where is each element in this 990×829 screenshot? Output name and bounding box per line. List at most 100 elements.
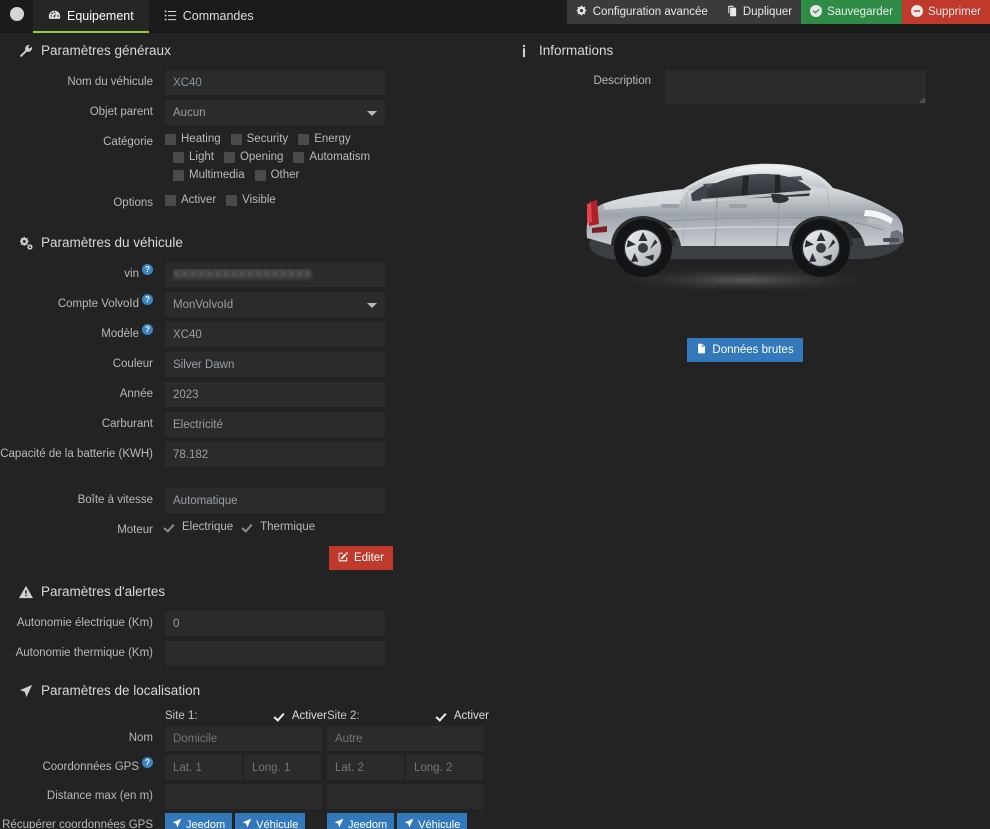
carburant-input[interactable] [165, 412, 385, 437]
chevron-down-icon [367, 302, 377, 308]
categorie-checkbox-group: Heating Security Energy Light Opening Au… [165, 130, 390, 187]
localisation-row-recuperer: Récupérer coordonnées GPS Jeedom Véhicul… [0, 813, 500, 829]
checkbox-label: Visible [242, 194, 276, 206]
help-icon[interactable]: ? [142, 294, 153, 305]
section-general-title: Paramètres généraux [18, 43, 500, 58]
localisation-row-nom: Nom [0, 726, 500, 751]
help-icon[interactable]: ? [142, 324, 153, 335]
checkbox-other[interactable]: Other [254, 169, 299, 181]
site1-jeedom-button[interactable]: Jeedom [165, 813, 233, 829]
checkbox-opening[interactable]: Opening [223, 151, 284, 163]
site1-distance-input[interactable] [165, 784, 322, 809]
editer-button[interactable]: Editer [328, 546, 393, 570]
tab-equipement[interactable]: Equipement [33, 0, 149, 33]
dupliquer-button[interactable]: Dupliquer [716, 0, 802, 24]
donnees-brutes-button[interactable]: Données brutes [687, 338, 803, 362]
checkbox-label: Opening [239, 151, 284, 163]
tab-commandes[interactable]: Commandes [148, 0, 269, 33]
field-label: Récupérer coordonnées GPS [2, 819, 153, 829]
sauvegarder-button[interactable]: Sauvegarder [801, 0, 902, 24]
checkbox-label: Energy [314, 133, 351, 145]
vehicle-image-wrap [500, 146, 990, 306]
checkbox-box [173, 151, 184, 163]
vin-input[interactable] [165, 262, 385, 287]
field-autonomie-thermique: Autonomie thermique (Km) [0, 641, 500, 667]
button-label: Jeedom [186, 818, 226, 829]
site2-lat-input[interactable] [327, 755, 404, 780]
capacite-batterie-input[interactable] [165, 442, 385, 467]
page-body: Paramètres généraux Nom du véhicule Obje… [0, 33, 990, 829]
autonomie-thermique-input[interactable] [165, 641, 385, 666]
checkbox-box [230, 133, 242, 145]
autonomie-electrique-input[interactable] [165, 611, 385, 636]
checkbox-energy[interactable]: Energy [298, 133, 351, 145]
description-textarea[interactable] [665, 70, 926, 104]
compte-volvoid-select[interactable]: MonVolvoId [165, 292, 385, 317]
file-icon [696, 343, 707, 357]
nom-vehicule-input[interactable] [165, 70, 385, 95]
site2-jeedom-button[interactable]: Jeedom [327, 813, 395, 829]
field-label: Compte VolvoId ? [0, 292, 165, 311]
checkbox-box [243, 522, 255, 533]
site1-vehicule-button[interactable]: Véhicule [235, 813, 306, 829]
site1-lat-input[interactable] [165, 755, 242, 780]
site2-vehicule-button[interactable]: Véhicule [397, 813, 468, 829]
location-arrow-icon [18, 684, 33, 698]
site1-long-input[interactable] [244, 755, 321, 780]
objet-parent-select[interactable]: Aucun [165, 100, 385, 125]
site1-nom-input[interactable] [165, 726, 322, 751]
checkbox-box [437, 711, 449, 722]
checkbox-electrique[interactable]: Electrique [165, 521, 233, 533]
help-icon[interactable]: ? [142, 264, 153, 275]
tab-label: Commandes [182, 8, 254, 23]
site2-activer-checkbox[interactable]: Activer [437, 710, 489, 722]
site2-long-input[interactable] [406, 755, 483, 780]
boite-vitesse-input[interactable] [165, 488, 385, 513]
checkbox-thermique[interactable]: Thermique [243, 521, 315, 533]
help-icon[interactable]: ? [142, 757, 153, 768]
checkbox-box [165, 522, 177, 533]
localisation-row-distance: Distance max (en m) [0, 784, 500, 809]
field-compte-volvoid: Compte VolvoId ? MonVolvoId [0, 292, 500, 318]
checkbox-box [275, 711, 287, 722]
checkbox-visible[interactable]: Visible [226, 194, 276, 206]
back-button[interactable] [0, 0, 33, 33]
field-label: vin ? [0, 262, 165, 281]
localisation-row-gps: Coordonnées GPS ? [0, 755, 500, 780]
button-label: Dupliquer [742, 6, 793, 18]
section-title-text: Paramètres du véhicule [41, 235, 183, 250]
checkbox-multimedia[interactable]: Multimedia [173, 169, 245, 181]
modele-input[interactable] [165, 322, 385, 347]
field-capacite-batterie: Capacité de la batterie (KWH) [0, 442, 500, 468]
field-label: Couleur [112, 358, 153, 370]
site2-label: Site 2: [327, 710, 360, 722]
checkbox-security[interactable]: Security [230, 133, 289, 145]
field-label: Nom [128, 732, 153, 744]
supprimer-button[interactable]: Supprimer [901, 0, 990, 24]
configuration-avancee-button[interactable]: Configuration avancée [566, 0, 717, 24]
select-value: MonVolvoId [173, 298, 234, 311]
info-icon [516, 44, 531, 58]
field-label: Autonomie électrique (Km) [16, 617, 153, 629]
annee-input[interactable] [165, 382, 385, 407]
section-title-text: Paramètres d'alertes [41, 584, 166, 599]
site1-activer-checkbox[interactable]: Activer [275, 710, 327, 722]
arrow-left-circle-icon [9, 7, 24, 26]
checkbox-automatism[interactable]: Automatism [293, 151, 370, 163]
field-label: Nom du véhicule [67, 76, 153, 88]
checkbox-activer[interactable]: Activer [165, 194, 216, 206]
localisation-grid: Site 1: Activer Site 2: Activer Nom Domi… [0, 710, 500, 829]
vehicle-image [586, 163, 904, 294]
site2-nom-input[interactable] [327, 726, 484, 751]
field-label: Boîte à vitesse [77, 494, 153, 506]
field-label: Distance max (en m) [46, 790, 153, 802]
checkbox-label: Security [246, 133, 289, 145]
site2-distance-input[interactable] [327, 784, 484, 809]
site1-header: Site 1: Activer [165, 710, 327, 722]
field-label: Modèle ? [0, 322, 165, 341]
checkbox-light[interactable]: Light [173, 151, 214, 163]
field-objet-parent: Objet parent Aucun [0, 100, 500, 126]
couleur-input[interactable] [165, 352, 385, 377]
checkbox-heating[interactable]: Heating [165, 133, 221, 145]
checkbox-box [298, 133, 310, 145]
